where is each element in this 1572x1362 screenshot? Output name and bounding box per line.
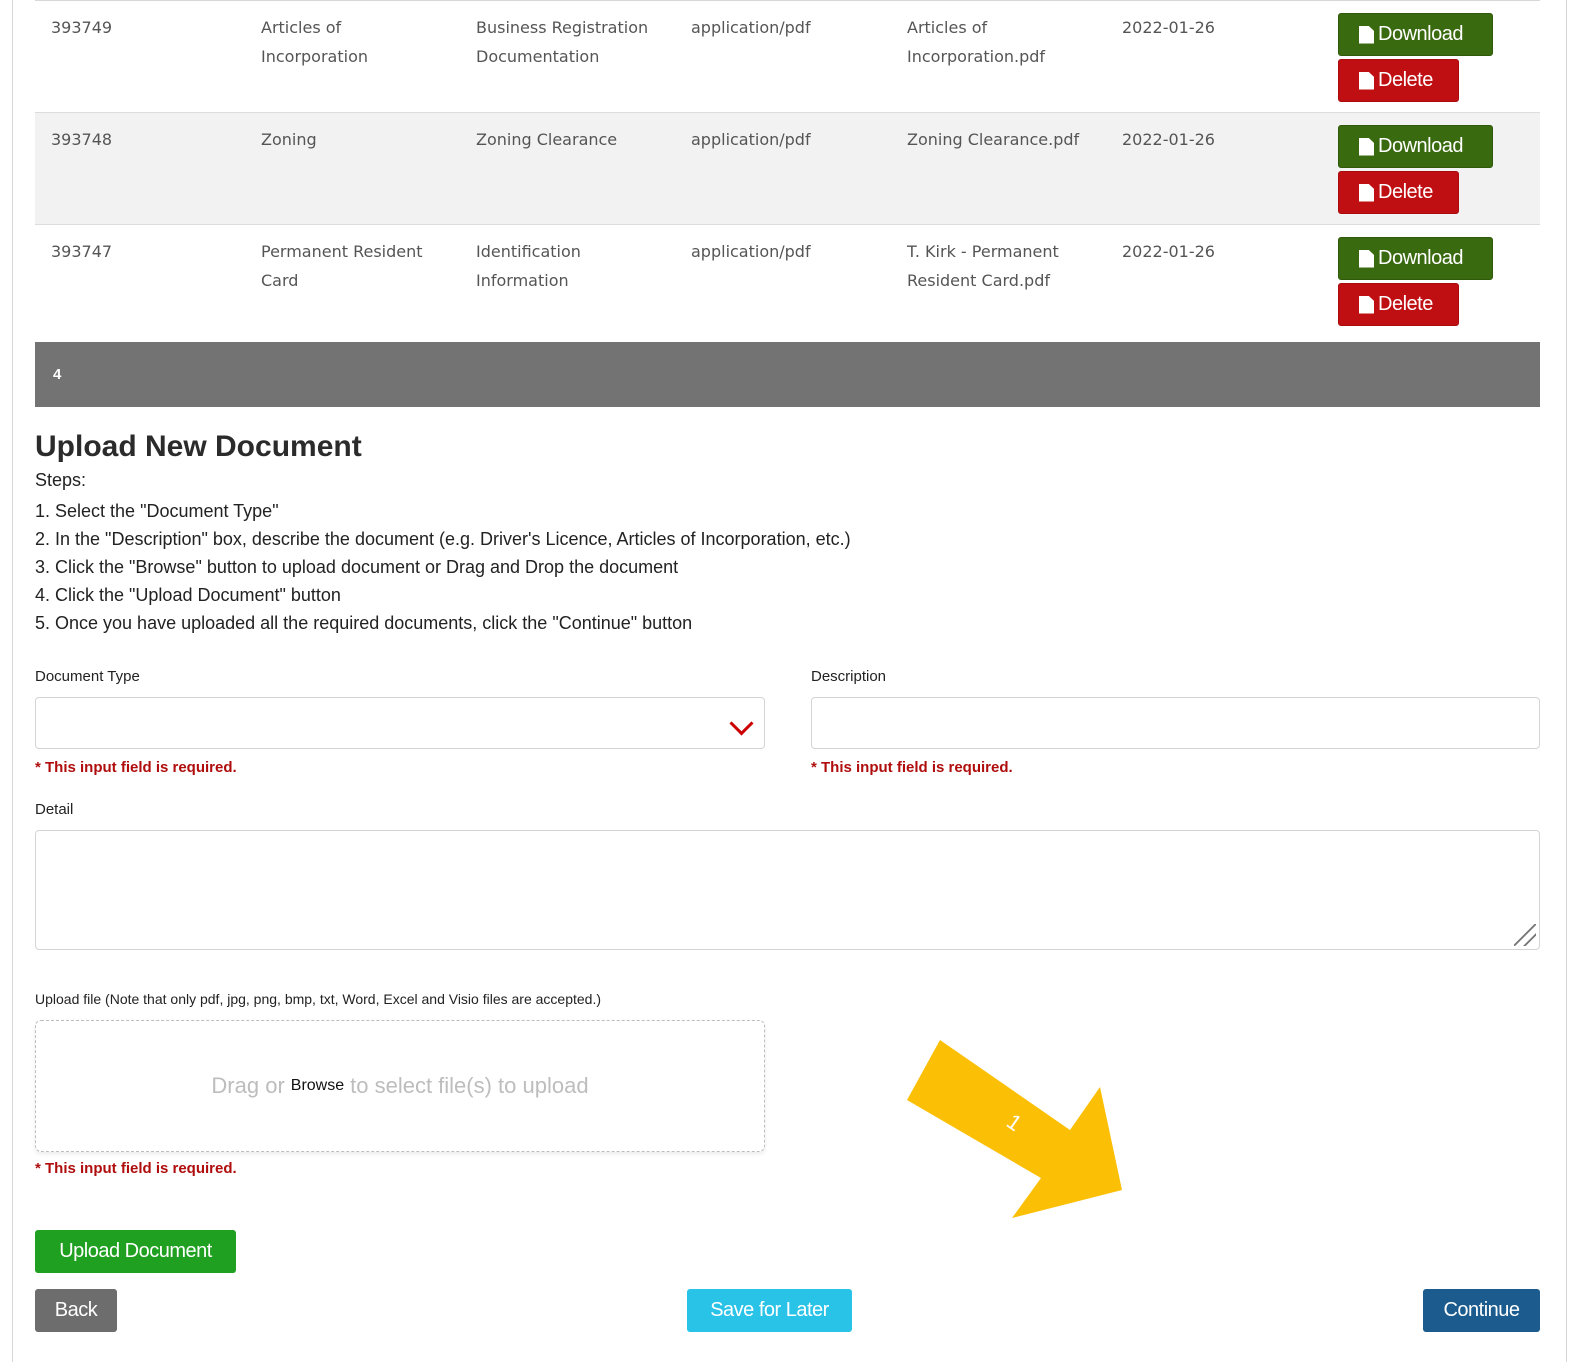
doc-type: Business Registration Documentation: [476, 18, 649, 66]
upload-file-required-msg: * This input field is required.: [35, 1160, 237, 1177]
steps-list: 1. Select the "Document Type" 2. In the …: [35, 497, 851, 637]
step-number: 4: [53, 366, 62, 383]
file-icon: [1359, 25, 1374, 44]
delete-button[interactable]: Delete: [1338, 59, 1459, 102]
step-number-bar: 4: [35, 342, 1540, 407]
table-row: 393749 Articles of Incorporation Business…: [35, 1, 1540, 113]
description-required-msg: * This input field is required.: [811, 759, 1013, 776]
document-type-label: Document Type: [35, 668, 140, 685]
annotation-arrow-icon: 1: [907, 1040, 1122, 1218]
upload-title: Upload New Document: [35, 430, 362, 463]
chevron-down-icon: [729, 711, 754, 736]
doc-filename: Zoning Clearance.pdf: [907, 130, 1080, 149]
doc-id: 393747: [51, 242, 113, 261]
detail-textarea[interactable]: [35, 830, 1540, 950]
drop-suffix: to select file(s) to upload: [350, 1073, 589, 1098]
download-button[interactable]: Download: [1338, 13, 1493, 56]
description-input[interactable]: [811, 697, 1540, 749]
drop-prefix: Drag or: [211, 1073, 285, 1098]
file-icon: [1359, 249, 1374, 268]
doc-name: Zoning: [261, 130, 317, 149]
doc-filename: T. Kirk - Permanent Resident Card.pdf: [907, 242, 1059, 290]
doc-id: 393748: [51, 130, 113, 149]
description-label: Description: [811, 668, 887, 685]
doc-filename: Articles of Incorporation.pdf: [907, 18, 1046, 66]
doc-mime: application/pdf: [691, 18, 811, 37]
file-icon: [1359, 183, 1374, 202]
doc-type: Zoning Clearance: [476, 130, 618, 149]
file-dropzone[interactable]: Drag or Browse to select file(s) to uplo…: [35, 1020, 765, 1152]
doc-date: 2022-01-26: [1122, 242, 1215, 261]
table-row: 393747 Permanent Resident Card Identifica…: [35, 225, 1540, 342]
back-button[interactable]: Back: [35, 1289, 117, 1332]
resize-handle-icon[interactable]: [1514, 924, 1536, 946]
continue-button[interactable]: Continue: [1423, 1289, 1540, 1332]
delete-button[interactable]: Delete: [1338, 283, 1459, 326]
step-item: 4. Click the "Upload Document" button: [35, 585, 341, 605]
steps-label: Steps:: [35, 470, 87, 490]
download-button[interactable]: Download: [1338, 237, 1493, 280]
doc-date: 2022-01-26: [1122, 18, 1215, 37]
save-for-later-button[interactable]: Save for Later: [687, 1289, 852, 1332]
step-item: 3. Click the "Browse" button to upload d…: [35, 557, 679, 577]
doc-name: Articles of Incorporation: [261, 18, 368, 66]
doc-type: Identification Information: [476, 242, 581, 290]
doc-date: 2022-01-26: [1122, 130, 1215, 149]
doc-name: Permanent Resident Card: [261, 242, 423, 290]
upload-document-button[interactable]: Upload Document: [35, 1230, 236, 1273]
step-item: 2. In the "Description" box, describe th…: [35, 529, 851, 549]
browse-link[interactable]: Browse: [291, 1077, 344, 1095]
doc-mime: application/pdf: [691, 242, 811, 261]
upload-file-label: Upload file (Note that only pdf, jpg, pn…: [35, 991, 602, 1007]
file-icon: [1359, 71, 1374, 90]
detail-label: Detail: [35, 801, 74, 818]
step-item: 1. Select the "Document Type": [35, 501, 279, 521]
file-icon: [1359, 137, 1374, 156]
doc-mime: application/pdf: [691, 130, 811, 149]
document-type-select[interactable]: [35, 697, 765, 749]
download-button[interactable]: Download: [1338, 125, 1493, 168]
table-row: 393748 Zoning Zoning Clearance applicati…: [35, 113, 1540, 225]
delete-button[interactable]: Delete: [1338, 171, 1459, 214]
doc-id: 393749: [51, 18, 113, 37]
document-type-required-msg: * This input field is required.: [35, 759, 237, 776]
documents-table: 393749 Articles of Incorporation Business…: [35, 0, 1540, 342]
file-icon: [1359, 295, 1374, 314]
step-item: 5. Once you have uploaded all the requir…: [35, 613, 693, 633]
